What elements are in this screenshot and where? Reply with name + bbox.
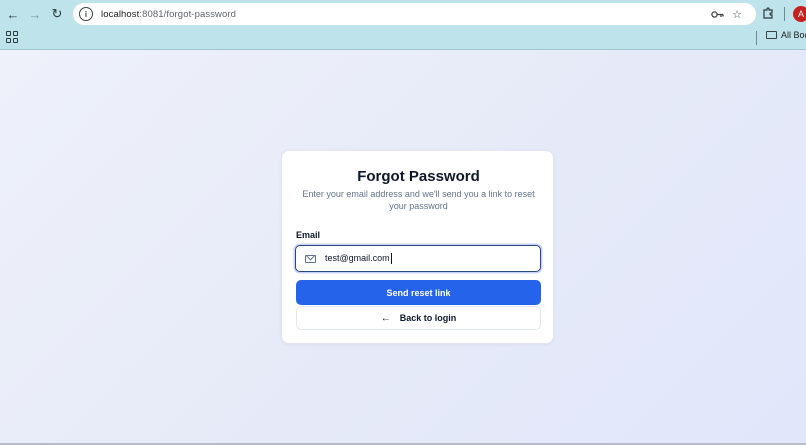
send-reset-link-label: Send reset link	[386, 287, 451, 298]
all-bookmarks-button[interactable]: All Book	[766, 30, 806, 40]
address-bar[interactable]: i localhost:8081/forgot-password ☆	[73, 3, 756, 25]
folder-icon	[766, 31, 777, 39]
all-bookmarks-label: All Book	[781, 30, 806, 40]
bookmarks-bar: All Book	[0, 28, 806, 50]
key-icon[interactable]	[709, 6, 725, 22]
arrow-left-icon: ←	[380, 312, 391, 324]
toolbar-divider	[784, 7, 785, 21]
profile-avatar[interactable]: A	[793, 6, 806, 22]
url-host: localhost	[101, 8, 140, 20]
forward-arrow-icon[interactable]: →	[25, 4, 45, 24]
email-field[interactable]: test@gmail.com	[295, 245, 541, 272]
mail-icon	[305, 254, 316, 263]
page-background: Forgot Password Enter your email address…	[0, 50, 806, 445]
star-icon[interactable]: ☆	[729, 6, 745, 22]
back-to-login-label: Back to login	[399, 313, 457, 323]
text-cursor	[390, 253, 392, 265]
browser-toolbar: ← → ↻ i localhost:8081/forgot-password ☆…	[0, 0, 806, 28]
reload-icon[interactable]: ↻	[47, 4, 67, 24]
puzzle-icon[interactable]	[760, 5, 776, 21]
back-to-login-button[interactable]: ← Back to login	[296, 306, 541, 330]
email-input-value[interactable]: test@gmail.com	[325, 252, 392, 265]
email-text: test@gmail.com	[325, 252, 390, 263]
page-title: Forgot Password	[357, 168, 480, 185]
email-label: Email	[296, 230, 321, 240]
bookmarks-divider	[756, 31, 757, 45]
send-reset-link-button[interactable]: Send reset link	[296, 280, 541, 305]
apps-grid-icon[interactable]	[6, 31, 18, 43]
url-text[interactable]: localhost:8081/forgot-password	[101, 9, 236, 20]
forgot-password-card: Forgot Password Enter your email address…	[281, 150, 554, 344]
back-arrow-icon[interactable]: ←	[3, 4, 23, 24]
site-info-icon[interactable]: i	[79, 7, 93, 21]
url-path: :8081/forgot-password	[139, 8, 237, 20]
page-subtitle: Enter your email address and we'll send …	[302, 189, 535, 211]
